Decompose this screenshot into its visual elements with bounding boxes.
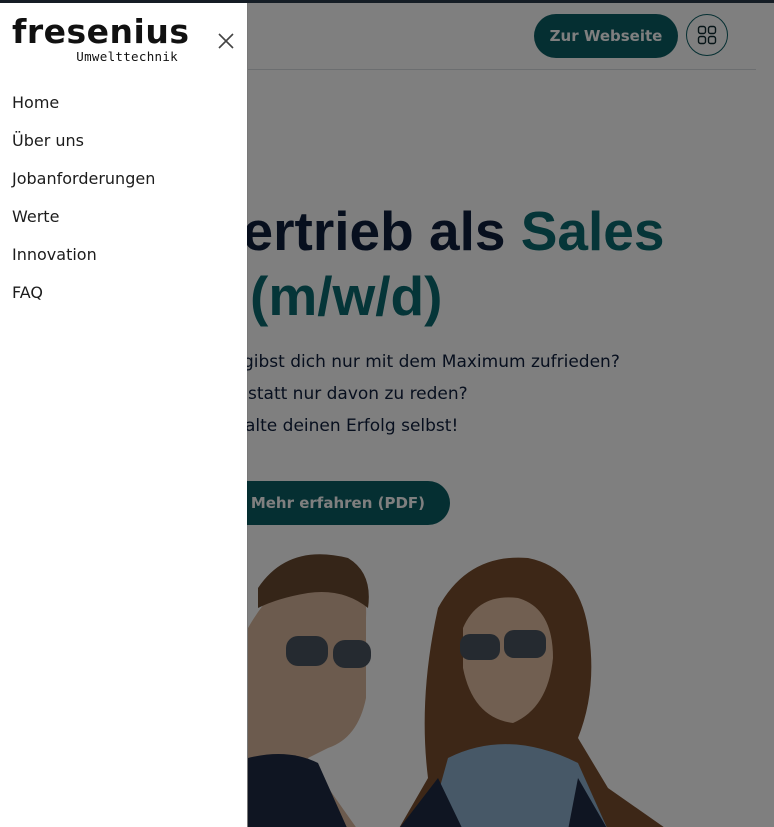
close-button[interactable] [215, 30, 237, 52]
nav-item-about[interactable]: Über uns [12, 122, 155, 160]
nav-item-job-requirements[interactable]: Jobanforderungen [12, 160, 155, 198]
nav-item-home[interactable]: Home [12, 84, 155, 122]
nav-item-faq[interactable]: FAQ [12, 274, 155, 312]
nav-item-values[interactable]: Werte [12, 198, 155, 236]
brand-logo[interactable]: fresenius Umwelttechnik [12, 13, 189, 65]
nav-item-innovation[interactable]: Innovation [12, 236, 155, 274]
drawer-nav-list: Home Über uns Jobanforderungen Werte Inn… [12, 84, 155, 312]
logo-wordmark: fresenius [12, 12, 190, 51]
logo-subtitle: Umwelttechnik [76, 49, 178, 64]
close-icon [218, 33, 234, 49]
navigation-drawer: fresenius Umwelttechnik Home Über uns Jo… [0, 3, 247, 827]
